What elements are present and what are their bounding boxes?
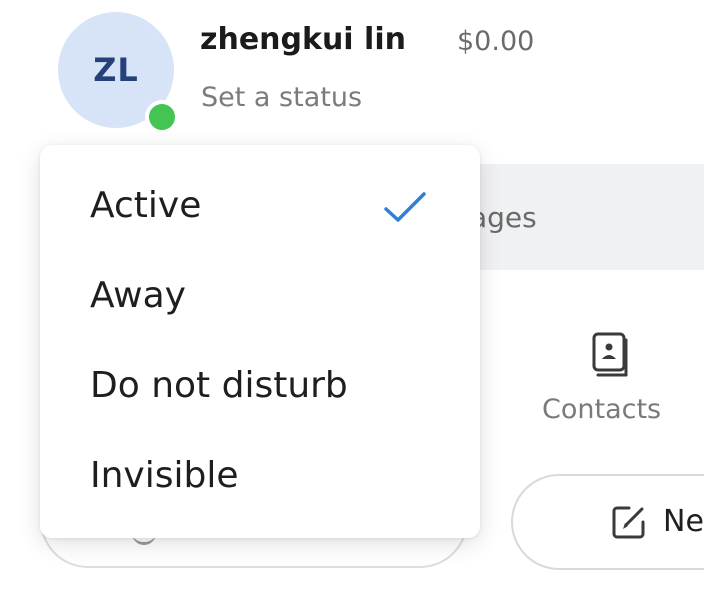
- status-option-label: Active: [90, 185, 202, 226]
- user-name[interactable]: zhengkui lin: [200, 22, 406, 57]
- status-option-label: Away: [90, 275, 186, 316]
- search-placeholder: ages: [470, 201, 537, 234]
- status-option-do-not-disturb[interactable]: Do not disturb: [40, 345, 480, 433]
- status-option-label: Do not disturb: [90, 365, 348, 406]
- contacts-button[interactable]: Contacts: [536, 322, 686, 432]
- status-option-away[interactable]: Away: [40, 255, 480, 343]
- set-status-link[interactable]: Set a status: [201, 82, 362, 113]
- contact-book-icon: [592, 332, 628, 377]
- checkmark-icon: [384, 192, 426, 222]
- status-option-active[interactable]: Active: [40, 165, 480, 253]
- status-option-invisible[interactable]: Invisible: [40, 435, 480, 523]
- credit-balance[interactable]: $0.00: [457, 26, 534, 57]
- status-option-label: Invisible: [90, 455, 239, 496]
- status-menu: Active Away Do not disturb Invisible: [40, 145, 480, 538]
- skype-profile-panel: ZL zhengkui lin $0.00 Set a status ages …: [0, 0, 704, 611]
- presence-status-dot[interactable]: [145, 100, 179, 134]
- contacts-label: Contacts: [542, 394, 662, 425]
- new-chat-label: Ne: [663, 504, 704, 539]
- compose-icon: [612, 506, 645, 539]
- new-chat-button[interactable]: Ne: [511, 474, 704, 570]
- avatar-container[interactable]: ZL: [58, 12, 179, 134]
- avatar-initials: ZL: [93, 51, 139, 89]
